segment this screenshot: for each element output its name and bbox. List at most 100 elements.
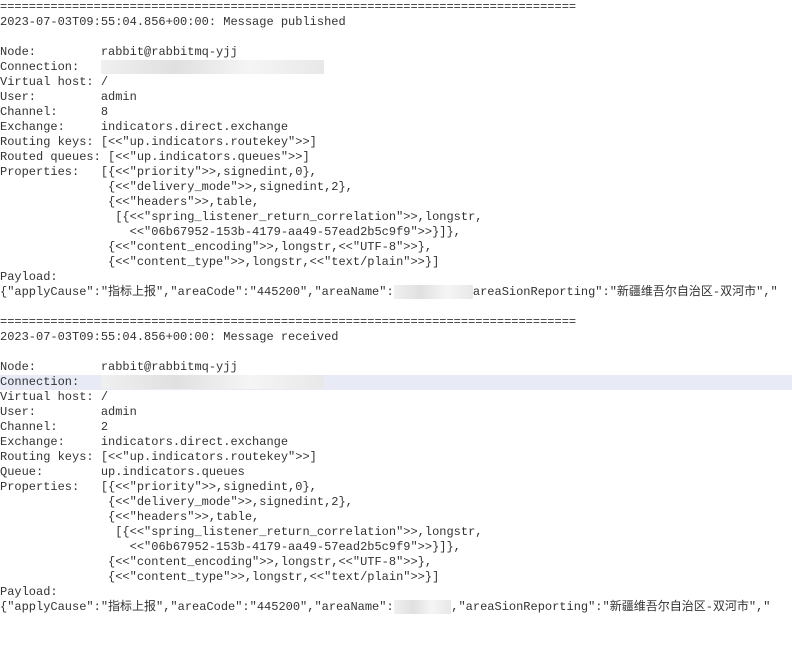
- conn-label: Connection:: [0, 375, 79, 389]
- prop-line: <<"06b67952-153b-4179-aa49-57ead2b5c9f9"…: [0, 540, 792, 555]
- payload-row: {"applyCause":"指标上报","areaCode":"445200"…: [0, 600, 792, 615]
- node-label: Node:: [0, 360, 36, 374]
- pad: [79, 165, 101, 179]
- prop-line: {<<"delivery_mode">>,signedint,2},: [0, 495, 792, 510]
- pad: [36, 360, 101, 374]
- user-label: User:: [0, 405, 36, 419]
- colon: :: [209, 330, 223, 344]
- queue-value: up.indicators.queues: [101, 465, 245, 479]
- separator: ========================================…: [0, 315, 792, 330]
- pad: [0, 180, 101, 194]
- user-label: User:: [0, 90, 36, 104]
- prop-l1: [{<<"priority">>,signedint,0},: [101, 480, 317, 494]
- pad: [79, 60, 101, 74]
- pad: [36, 90, 101, 104]
- rk-value: [<<"up.indicators.routekey">>]: [101, 135, 317, 149]
- pad: [94, 75, 101, 89]
- node-value: rabbit@rabbitmq-yjj: [101, 360, 238, 374]
- pad: [101, 150, 108, 164]
- payload-pre: {"applyCause":"指标上报","areaCode":"445200"…: [0, 285, 394, 299]
- prop-l6: {<<"content_encoding">>,longstr,<<"UTF-8…: [101, 555, 432, 569]
- rq-label: Routed queues:: [0, 150, 101, 164]
- user-row: User: admin: [0, 90, 792, 105]
- queue-row: Queue: up.indicators.queues: [0, 465, 792, 480]
- pad: [65, 120, 101, 134]
- payload-post: areaSionReporting":"新疆维吾尔自治区-双河市",": [473, 285, 778, 299]
- msg2-header: 2023-07-03T09:55:04.856+00:00: Message r…: [0, 330, 792, 345]
- routed-queues-row: Routed queues: [<<"up.indicators.queues"…: [0, 150, 792, 165]
- pad: [0, 240, 101, 254]
- prop-l5: <<"06b67952-153b-4179-aa49-57ead2b5c9f9"…: [101, 225, 461, 239]
- prop-l5: <<"06b67952-153b-4179-aa49-57ead2b5c9f9"…: [101, 540, 461, 554]
- blank: [0, 300, 792, 315]
- prop-l7: {<<"content_type">>,longstr,<<"text/plai…: [101, 570, 439, 584]
- vhost-row: Virtual host: /: [0, 75, 792, 90]
- prop-line: {<<"content_encoding">>,longstr,<<"UTF-8…: [0, 240, 792, 255]
- node-label: Node:: [0, 45, 36, 59]
- title: Message published: [223, 15, 345, 29]
- pad: [0, 510, 101, 524]
- pad: [0, 495, 101, 509]
- vhost-row: Virtual host: /: [0, 390, 792, 405]
- pad: [65, 435, 101, 449]
- pad: [0, 195, 101, 209]
- colon: :: [209, 15, 223, 29]
- pad: [79, 375, 101, 389]
- prop-l4: [{<<"spring_listener_return_correlation"…: [101, 210, 483, 224]
- pad: [0, 555, 101, 569]
- prop-line: {<<"content_encoding">>,longstr,<<"UTF-8…: [0, 555, 792, 570]
- properties-row: Properties: [{<<"priority">>,signedint,0…: [0, 165, 792, 180]
- prop-l2: {<<"delivery_mode">>,signedint,2},: [101, 495, 353, 509]
- exchange-row: Exchange: indicators.direct.exchange: [0, 435, 792, 450]
- routing-keys-row: Routing keys: [<<"up.indicators.routekey…: [0, 135, 792, 150]
- prop-l4: [{<<"spring_listener_return_correlation"…: [101, 525, 483, 539]
- payload-row: {"applyCause":"指标上报","areaCode":"445200"…: [0, 285, 792, 300]
- conn-label: Connection:: [0, 60, 79, 74]
- exchange-label: Exchange:: [0, 435, 65, 449]
- vhost-label: Virtual host:: [0, 390, 94, 404]
- rk-label: Routing keys:: [0, 135, 94, 149]
- conn-row-highlighted: Connection:: [0, 375, 792, 390]
- prop-line: {<<"content_type">>,longstr,<<"text/plai…: [0, 570, 792, 585]
- pad: [94, 390, 101, 404]
- prop-l6: {<<"content_encoding">>,longstr,<<"UTF-8…: [101, 240, 432, 254]
- prop-line: {<<"headers">>,table,: [0, 195, 792, 210]
- blank: [0, 30, 792, 45]
- prop-line: {<<"delivery_mode">>,signedint,2},: [0, 180, 792, 195]
- prop-l3: {<<"headers">>,table,: [101, 510, 259, 524]
- blank: [0, 615, 792, 630]
- prop-line: [{<<"spring_listener_return_correlation"…: [0, 525, 792, 540]
- exchange-label: Exchange:: [0, 120, 65, 134]
- pad: [43, 465, 101, 479]
- node-value: rabbit@rabbitmq-yjj: [101, 45, 238, 59]
- conn-value-blurred: [101, 60, 324, 74]
- pad: [94, 135, 101, 149]
- separator: ========================================…: [0, 0, 792, 15]
- channel-row: Channel: 8: [0, 105, 792, 120]
- channel-label: Channel:: [0, 105, 58, 119]
- rk-label: Routing keys:: [0, 450, 94, 464]
- user-value: admin: [101, 90, 137, 104]
- payload-pre: {"applyCause":"指标上报","areaCode":"445200"…: [0, 600, 394, 614]
- prop-l3: {<<"headers">>,table,: [101, 195, 259, 209]
- payload-label-row: Payload:: [0, 585, 792, 600]
- user-value: admin: [101, 405, 137, 419]
- payload-label: Payload:: [0, 585, 58, 599]
- payload-blurred: [394, 600, 452, 614]
- msg1-header: 2023-07-03T09:55:04.856+00:00: Message p…: [0, 15, 792, 30]
- pad: [0, 540, 101, 554]
- ts: 2023-07-03T09:55:04.856+00:00: [0, 15, 209, 29]
- conn-row: Connection:: [0, 60, 792, 75]
- vhost-label: Virtual host:: [0, 75, 94, 89]
- title: Message received: [223, 330, 338, 344]
- prop-line: [{<<"spring_listener_return_correlation"…: [0, 210, 792, 225]
- pad: [36, 405, 101, 419]
- prop-label: Properties:: [0, 165, 79, 179]
- pad: [0, 225, 101, 239]
- rk-value: [<<"up.indicators.routekey">>]: [101, 450, 317, 464]
- prop-l1: [{<<"priority">>,signedint,0},: [101, 165, 317, 179]
- pad: [0, 570, 101, 584]
- pad: [36, 45, 101, 59]
- channel-value: 2: [101, 420, 108, 434]
- payload-label-row: Payload:: [0, 270, 792, 285]
